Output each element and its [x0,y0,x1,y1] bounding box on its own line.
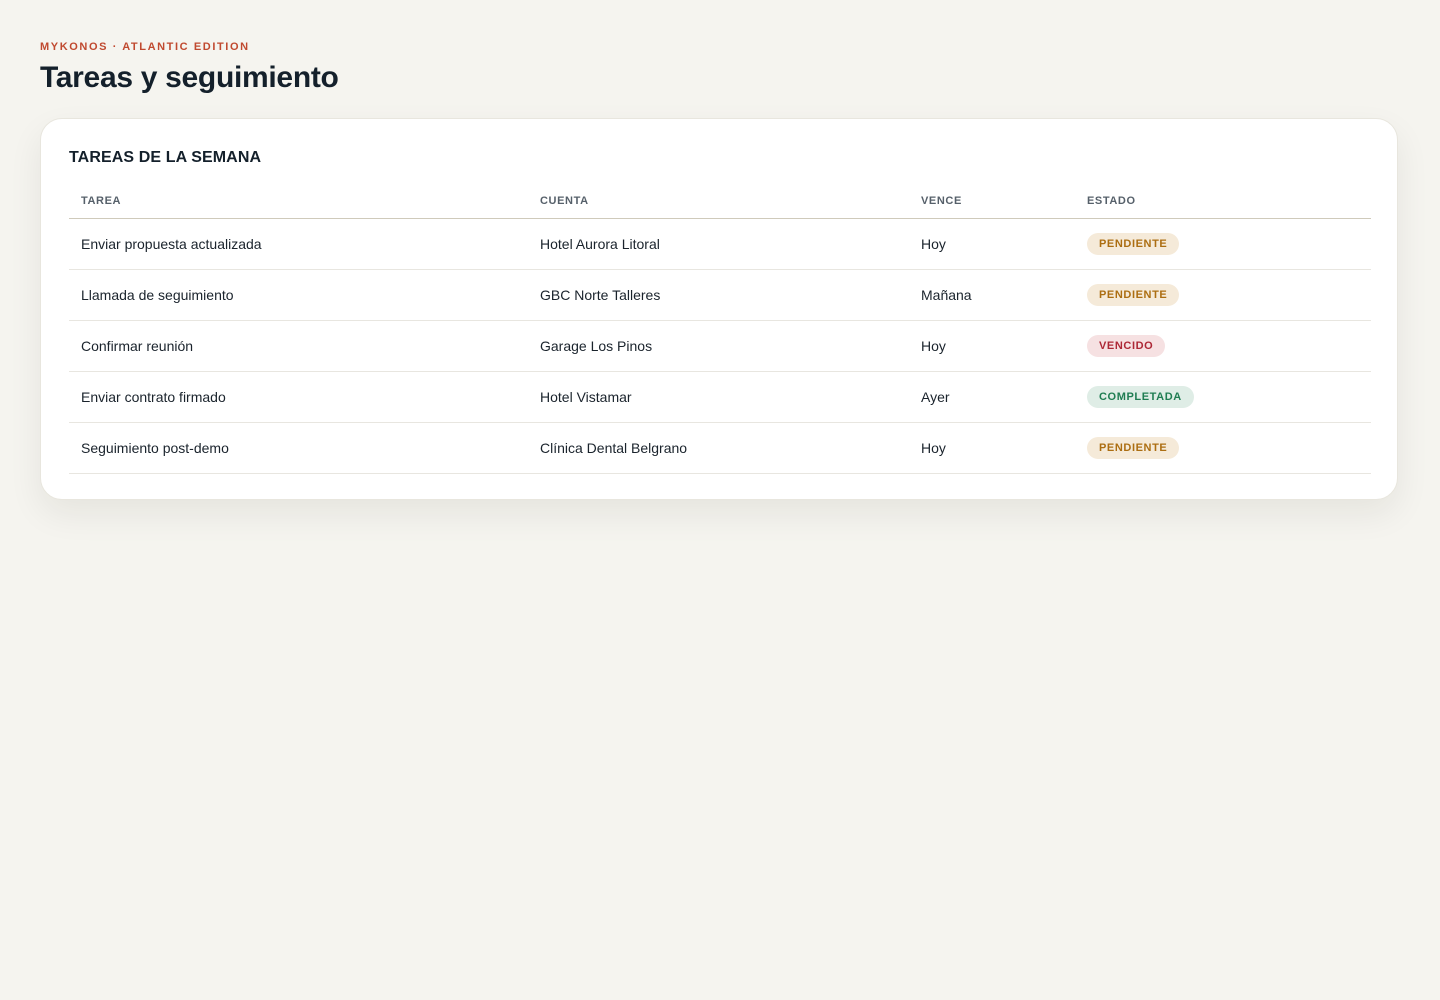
status-cell: VENCIDO [1075,320,1371,372]
due-date: Ayer [909,371,1075,423]
column-header-status: ESTADO [1075,183,1371,219]
status-badge: PENDIENTE [1087,284,1180,306]
status-cell: PENDIENTE [1075,218,1371,270]
due-date: Hoy [909,422,1075,474]
account-name: Garage Los Pinos [528,320,909,372]
account-name: Hotel Vistamar [528,371,909,423]
column-header-task: TAREA [69,183,528,219]
status-badge: COMPLETADA [1087,386,1194,408]
page: MYKONOS · ATLANTIC EDITION Tareas y segu… [40,40,1400,500]
table-row[interactable]: Seguimiento post-demo Clínica Dental Bel… [69,422,1371,474]
due-date: Mañana [909,269,1075,321]
task-name: Seguimiento post-demo [69,422,528,474]
card-title: TAREAS DE LA SEMANA [69,149,262,166]
tasks-card: TAREAS DE LA SEMANA TAREA CUENTA VENCE E… [40,118,1398,500]
column-header-due: VENCE [909,183,1075,219]
status-cell: PENDIENTE [1075,422,1371,474]
task-name: Llamada de seguimiento [69,269,528,321]
table-header-row: TAREA CUENTA VENCE ESTADO [69,183,1371,219]
brand-eyebrow: MYKONOS · ATLANTIC EDITION [40,41,250,53]
account-name: Clínica Dental Belgrano [528,422,909,474]
task-name: Confirmar reunión [69,320,528,372]
task-name: Enviar propuesta actualizada [69,218,528,270]
due-date: Hoy [909,218,1075,270]
status-badge: VENCIDO [1087,335,1166,357]
due-date: Hoy [909,320,1075,372]
table-row[interactable]: Enviar propuesta actualizada Hotel Auror… [69,218,1371,270]
status-badge: PENDIENTE [1087,233,1180,255]
account-name: GBC Norte Talleres [528,269,909,321]
status-cell: PENDIENTE [1075,269,1371,321]
task-name: Enviar contrato firmado [69,371,528,423]
page-title: Tareas y seguimiento [40,61,339,94]
status-cell: COMPLETADA [1075,371,1371,423]
table-row[interactable]: Confirmar reunión Garage Los Pinos Hoy V… [69,320,1371,372]
table-row[interactable]: Enviar contrato firmado Hotel Vistamar A… [69,371,1371,423]
account-name: Hotel Aurora Litoral [528,218,909,270]
status-badge: PENDIENTE [1087,437,1180,459]
column-header-account: CUENTA [528,183,909,219]
table-row[interactable]: Llamada de seguimiento GBC Norte Tallere… [69,269,1371,321]
tasks-table: TAREA CUENTA VENCE ESTADO Enviar propues… [69,183,1371,474]
